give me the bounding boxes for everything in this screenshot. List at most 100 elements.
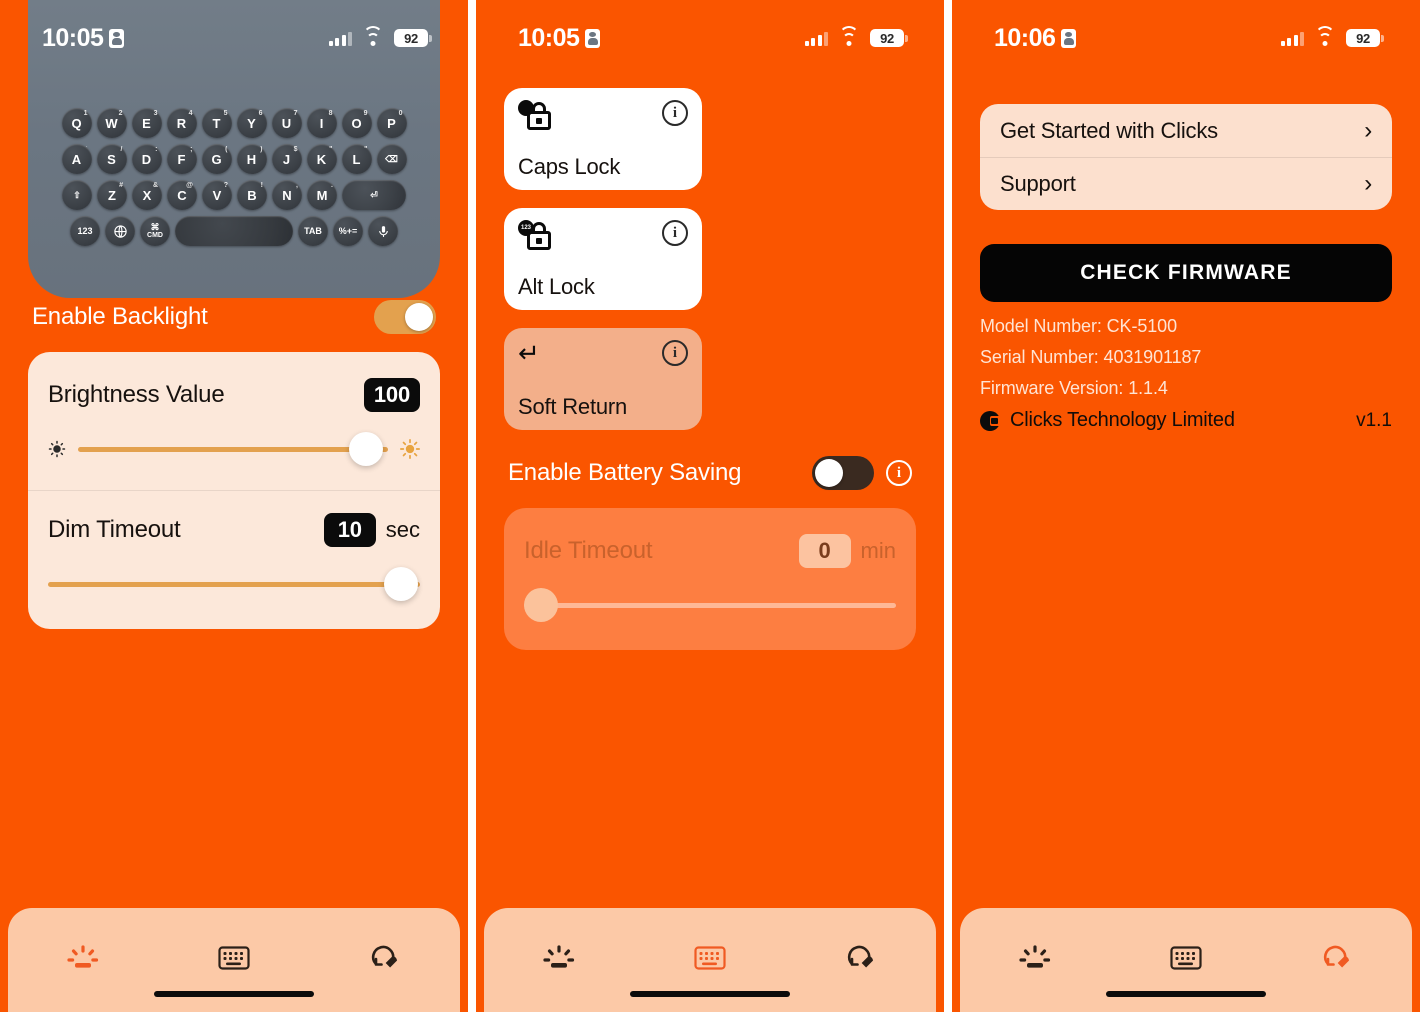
alt-lock-icon: 123 xyxy=(518,220,552,250)
key-label: M xyxy=(316,187,328,203)
keyboard-row-3: ⇧ Z # X & C @ V? B! N, M. ⏎ xyxy=(44,180,424,210)
status-time: 10:05 xyxy=(518,23,580,52)
tab-bar xyxy=(8,908,460,1012)
brightness-header: Brightness Value 100 xyxy=(48,378,420,412)
key-b: B! xyxy=(237,180,267,210)
enable-backlight-controls xyxy=(374,300,436,334)
key-w: W2 xyxy=(96,108,127,138)
check-firmware-button[interactable]: CHECK FIRMWARE xyxy=(980,244,1392,302)
key-space xyxy=(175,216,293,246)
tile-caps-lock[interactable]: i Caps Lock xyxy=(504,88,702,190)
status-right: 92 xyxy=(804,25,908,47)
dim-timeout-section: Dim Timeout 10 sec xyxy=(28,490,440,625)
toggle-knob xyxy=(405,303,433,331)
key-e: E3 xyxy=(131,108,162,138)
key-sup: : xyxy=(155,146,158,153)
home-indicator xyxy=(1106,991,1266,997)
wifi-icon xyxy=(1315,25,1335,46)
brightness-slider[interactable] xyxy=(48,432,420,466)
brightness-thumb[interactable] xyxy=(349,432,384,466)
id-card-icon xyxy=(1061,28,1077,48)
info-icon[interactable]: i xyxy=(662,220,688,246)
tab-keyboard[interactable] xyxy=(1151,936,1221,980)
enable-backlight-toggle[interactable] xyxy=(374,300,436,334)
status-right: 92 xyxy=(1280,25,1384,47)
backlight-content: Enable Backlight Brightness Value 100 Di… xyxy=(0,300,468,629)
idle-timeout-label: Idle Timeout xyxy=(524,537,653,564)
globe-icon xyxy=(105,216,135,246)
tab-backlight[interactable] xyxy=(1000,936,1070,980)
dim-timeout-slider[interactable] xyxy=(48,567,420,601)
battery-percent: 92 xyxy=(404,30,418,46)
key-sup: 5 xyxy=(223,110,228,117)
key-s: S / xyxy=(96,144,127,174)
idle-timeout-track-wrap xyxy=(524,588,896,622)
info-icon[interactable]: i xyxy=(662,100,688,126)
id-card-icon xyxy=(585,28,601,48)
tab-backlight[interactable] xyxy=(48,936,118,980)
key-label: ⌘ xyxy=(150,222,160,232)
key-tab: TAB xyxy=(298,216,328,246)
sun-bright-icon xyxy=(400,439,420,459)
battery-body: 92 xyxy=(394,29,428,47)
key-p: P0 xyxy=(376,108,407,138)
model-number: Model Number: CK-5100 xyxy=(980,316,1177,336)
status-right: 92 xyxy=(328,25,432,47)
key-d: D: xyxy=(131,144,162,174)
dim-timeout-track-wrap[interactable] xyxy=(48,567,420,601)
battery-indicator: 92 xyxy=(394,29,432,47)
brightness-section: Brightness Value 100 xyxy=(28,356,440,490)
key-r: R4 xyxy=(166,108,197,138)
cellular-bars-icon xyxy=(1280,31,1304,46)
key-sup: ` xyxy=(85,146,88,153)
info-icon[interactable]: i xyxy=(662,340,688,366)
tab-support[interactable] xyxy=(350,936,420,980)
dim-timeout-value[interactable]: 10 xyxy=(323,513,376,547)
brightness-value[interactable]: 100 xyxy=(363,378,420,412)
key-symbols: %+= xyxy=(333,216,363,246)
key-label: A xyxy=(71,151,82,167)
status-left: 10:06 xyxy=(994,24,1077,53)
info-icon[interactable]: i xyxy=(886,460,912,486)
key-label: B xyxy=(247,187,257,203)
key-sup: ? xyxy=(223,182,228,189)
key-sup: 1 xyxy=(83,110,88,117)
tab-keyboard[interactable] xyxy=(199,936,269,980)
tile-alt-lock[interactable]: 123 i Alt Lock xyxy=(504,208,702,310)
idle-timeout-header: Idle Timeout 0 min xyxy=(524,534,896,568)
enable-battery-saving-row[interactable]: Enable Battery Saving i xyxy=(504,456,916,490)
lock-body xyxy=(527,231,551,250)
link-support[interactable]: Support › xyxy=(980,157,1392,210)
lock-body xyxy=(527,111,551,130)
link-get-started[interactable]: Get Started with Clicks › xyxy=(980,104,1392,157)
key-n: N, xyxy=(272,180,302,210)
app-version: v1.1 xyxy=(1356,409,1392,431)
cellular-bars-icon xyxy=(328,31,352,46)
tab-backlight[interactable] xyxy=(524,936,594,980)
key-label: E xyxy=(142,115,151,131)
key-label: ⌫ xyxy=(385,153,398,164)
enable-battery-saving-toggle[interactable] xyxy=(812,456,874,490)
tab-support[interactable] xyxy=(1302,936,1372,980)
dim-timeout-thumb[interactable] xyxy=(384,567,419,601)
keyboard-row-4: 123 ⌘ CMD TAB %+= xyxy=(44,216,424,246)
idle-timeout-card: Idle Timeout 0 min xyxy=(504,508,916,650)
idle-timeout-value: 0 xyxy=(798,534,851,568)
key-sup: ( xyxy=(225,146,228,153)
tab-support[interactable] xyxy=(826,936,896,980)
key-a: A ` xyxy=(61,144,92,174)
enable-backlight-row[interactable]: Enable Backlight xyxy=(28,300,440,334)
keyboard-row-1: Q1 W2 E3 R4 T5 Y6 U7 I8 O9 P0 xyxy=(44,108,424,138)
battery-tip xyxy=(429,34,432,42)
key-v: V? xyxy=(202,180,232,210)
key-sup: 2 xyxy=(118,110,123,117)
key-label: G xyxy=(211,151,222,167)
tab-keyboard[interactable] xyxy=(675,936,745,980)
key-label: 123 xyxy=(77,226,93,236)
cellular-bars-icon xyxy=(804,31,828,46)
battery-indicator: 92 xyxy=(1346,29,1384,47)
tile-soft-return[interactable]: ↵ i Soft Return xyxy=(504,328,702,430)
brand-name: Clicks Technology Limited xyxy=(1010,409,1235,431)
key-m: M. xyxy=(307,180,337,210)
brightness-track-wrap[interactable] xyxy=(78,432,388,466)
